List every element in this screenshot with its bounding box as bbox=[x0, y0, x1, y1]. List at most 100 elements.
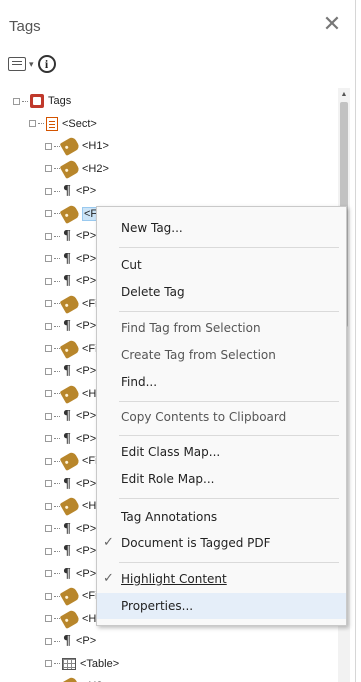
tag-icon bbox=[59, 158, 81, 179]
tree-node-label: <P> bbox=[76, 635, 97, 647]
tag-icon bbox=[59, 608, 81, 629]
tree-node[interactable]: ¶ <P> bbox=[45, 315, 96, 337]
chevron-down-icon[interactable]: ▾ bbox=[29, 59, 34, 70]
tree-node[interactable]: <Sect> bbox=[29, 113, 97, 135]
expand-toggle-icon[interactable] bbox=[45, 592, 52, 600]
tree-node[interactable]: ¶ <P> bbox=[45, 180, 96, 202]
tree-node[interactable]: ¶ <P> bbox=[45, 630, 96, 652]
tree-node-label: <Sect> bbox=[62, 117, 97, 130]
expand-toggle-icon[interactable] bbox=[45, 165, 52, 172]
menu-item-edit-class-map[interactable]: Edit Class Map... bbox=[97, 439, 346, 465]
menu-item-label: Highlight Content bbox=[121, 572, 227, 586]
menu-item-label: Copy Contents to Clipboard bbox=[121, 410, 287, 424]
tree-node[interactable]: <Fig bbox=[45, 338, 104, 360]
menu-item-delete-tag[interactable]: Delete Tag bbox=[97, 279, 346, 305]
expand-toggle-icon[interactable] bbox=[45, 502, 52, 510]
tree-node-label: <P> bbox=[76, 522, 97, 535]
tree-node[interactable]: ¶ <P> bbox=[45, 248, 96, 270]
tree-node[interactable]: ¶ <P> bbox=[45, 563, 96, 585]
menu-item-copy-contents[interactable]: Copy Contents to Clipboard bbox=[97, 404, 346, 430]
expand-toggle-icon[interactable] bbox=[45, 345, 52, 352]
expand-toggle-icon[interactable] bbox=[13, 97, 20, 105]
tree-node[interactable]: <H2> bbox=[45, 158, 109, 180]
scroll-up-icon[interactable]: ▲ bbox=[338, 88, 350, 102]
tree-node[interactable]: ¶ <P> bbox=[45, 518, 96, 540]
tree-node-root[interactable]: Tags bbox=[13, 90, 71, 112]
tag-icon bbox=[59, 338, 81, 359]
menu-item-find[interactable]: Find... bbox=[97, 369, 346, 395]
tag-icon bbox=[59, 450, 81, 472]
tree-node-label: <P> bbox=[76, 365, 97, 377]
tree-connector bbox=[54, 483, 60, 484]
tree-node[interactable]: <H1> bbox=[45, 135, 109, 157]
menu-item-find-tag-from-selection[interactable]: Find Tag from Selection bbox=[97, 315, 346, 341]
expand-toggle-icon[interactable] bbox=[45, 300, 52, 307]
tree-connector bbox=[54, 303, 60, 304]
expand-toggle-icon[interactable] bbox=[45, 457, 52, 465]
menu-item-tag-annotations[interactable]: Tag Annotations bbox=[97, 504, 346, 530]
expand-toggle-icon[interactable] bbox=[45, 570, 52, 577]
tree-node[interactable]: <H2> bbox=[45, 675, 109, 682]
tree-connector bbox=[54, 415, 60, 417]
menu-item-new-tag[interactable]: New Tag... bbox=[97, 215, 346, 241]
expand-toggle-icon[interactable] bbox=[45, 637, 52, 645]
paragraph-icon: ¶ bbox=[63, 363, 71, 378]
tree-node[interactable]: <Fig bbox=[45, 585, 104, 607]
paragraph-icon: ¶ bbox=[63, 430, 71, 446]
expand-toggle-icon[interactable] bbox=[45, 232, 52, 240]
expand-toggle-icon[interactable] bbox=[45, 367, 52, 375]
tree-connector bbox=[54, 348, 60, 349]
paragraph-icon: ¶ bbox=[63, 183, 71, 198]
expand-toggle-icon[interactable] bbox=[45, 255, 52, 262]
tree-node[interactable]: ¶ <P> bbox=[45, 360, 96, 382]
menu-item-create-tag-from-selection[interactable]: Create Tag from Selection bbox=[97, 342, 346, 368]
tree-node[interactable]: <H2 bbox=[45, 495, 103, 517]
tree-connector bbox=[54, 640, 60, 642]
expand-toggle-icon[interactable] bbox=[45, 142, 52, 150]
tree-node[interactable]: ¶ <P> bbox=[45, 473, 96, 495]
expand-toggle-icon[interactable] bbox=[45, 660, 52, 667]
tree-node[interactable]: <H2 bbox=[45, 608, 103, 630]
tree-node[interactable]: <H2 bbox=[45, 383, 103, 405]
expand-toggle-icon[interactable] bbox=[45, 277, 52, 285]
menu-separator bbox=[119, 562, 339, 563]
expand-toggle-icon[interactable] bbox=[45, 187, 52, 195]
expand-toggle-icon[interactable] bbox=[45, 547, 52, 555]
expand-toggle-icon[interactable] bbox=[45, 412, 52, 420]
tree-connector bbox=[54, 393, 60, 394]
tree-node[interactable]: <Fig bbox=[45, 293, 104, 315]
paragraph-icon: ¶ bbox=[63, 408, 71, 423]
tree-node[interactable]: ¶ <P> bbox=[45, 540, 96, 562]
expand-toggle-icon[interactable] bbox=[45, 615, 52, 622]
expand-toggle-icon[interactable] bbox=[45, 435, 52, 442]
tag-icon bbox=[59, 585, 81, 607]
tree-node[interactable]: ¶ <P> bbox=[45, 270, 96, 292]
tree-node[interactable]: <Table> bbox=[45, 653, 119, 675]
tree-connector bbox=[54, 618, 60, 619]
menu-item-cut[interactable]: Cut bbox=[97, 252, 346, 278]
menu-item-label: Cut bbox=[121, 258, 142, 272]
expand-toggle-icon[interactable] bbox=[45, 210, 52, 217]
menu-item-properties[interactable]: Properties... bbox=[97, 593, 346, 619]
tree-node[interactable]: ¶ <P> bbox=[45, 225, 96, 247]
menu-item-document-is-tagged-pdf[interactable]: ✓ Document is Tagged PDF bbox=[97, 530, 346, 556]
panel-toolbar: ▾ i bbox=[8, 52, 56, 76]
expand-toggle-icon[interactable] bbox=[45, 480, 52, 487]
pdf-icon bbox=[30, 94, 44, 108]
expand-toggle-icon[interactable] bbox=[45, 390, 52, 397]
menu-item-label: Properties... bbox=[121, 599, 194, 613]
tree-node[interactable]: <Fig bbox=[45, 450, 104, 472]
tree-node[interactable]: ¶ <P> bbox=[45, 405, 96, 427]
tree-node[interactable]: ¶ <P> bbox=[45, 428, 96, 450]
expand-toggle-icon[interactable] bbox=[29, 120, 36, 127]
menu-item-edit-role-map[interactable]: Edit Role Map... bbox=[97, 466, 346, 492]
expand-toggle-icon[interactable] bbox=[45, 525, 52, 532]
options-menu-icon[interactable] bbox=[8, 57, 26, 71]
menu-separator bbox=[119, 498, 339, 499]
tree-connector bbox=[54, 280, 60, 282]
close-icon[interactable]: ✕ bbox=[320, 12, 344, 36]
menu-item-highlight-content[interactable]: ✓ Highlight Content bbox=[97, 566, 346, 592]
tree-connector bbox=[54, 573, 60, 574]
info-icon[interactable]: i bbox=[37, 55, 56, 73]
expand-toggle-icon[interactable] bbox=[45, 322, 52, 330]
